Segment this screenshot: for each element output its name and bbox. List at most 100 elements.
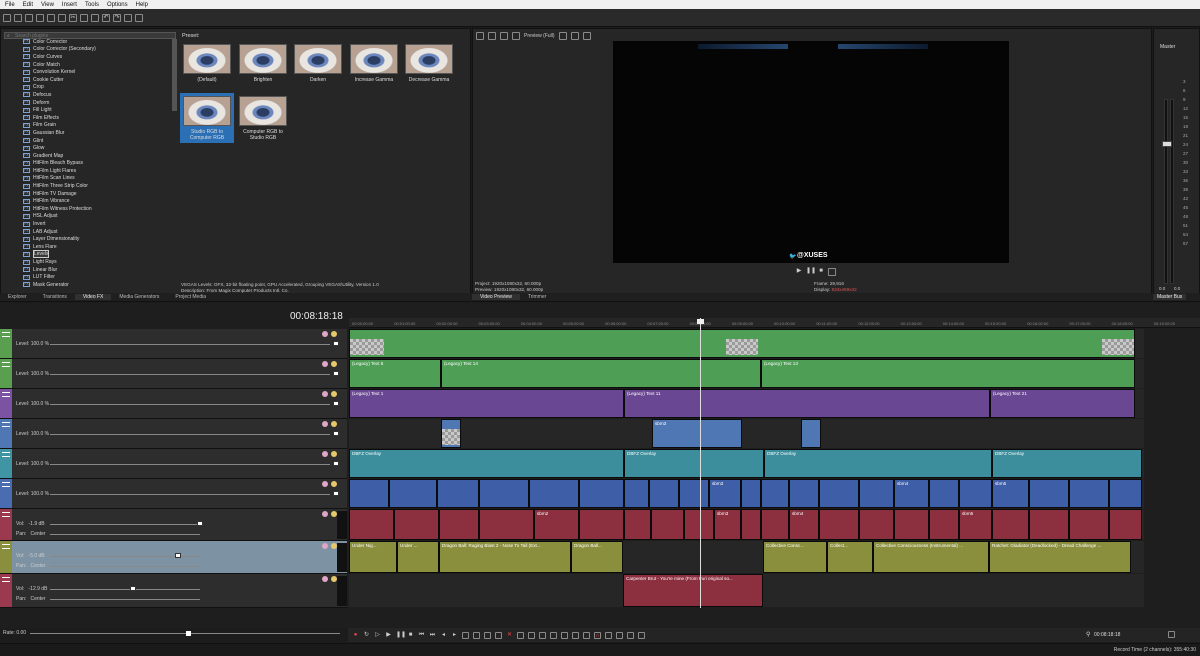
track-lane[interactable]: DBFZ Overlay DBFZ Overlay DBFZ Overlay DBFZ… [349, 449, 1144, 478]
play-icon[interactable]: ▶ [385, 632, 392, 639]
timeline-clip[interactable] [479, 509, 534, 540]
mute-icon[interactable] [322, 543, 328, 549]
new-project-icon[interactable] [3, 13, 11, 22]
preview-fx-icon[interactable] [500, 32, 508, 40]
plugin-item[interactable]: FX Gradient Map [3, 152, 175, 160]
solo-icon[interactable] [331, 421, 337, 427]
preset-thumbnail[interactable]: Darken [291, 44, 345, 83]
timeline-clip[interactable] [349, 509, 394, 540]
volume-slider-knob[interactable] [130, 586, 136, 591]
stop-icon[interactable]: ■ [817, 268, 825, 276]
stop-icon[interactable]: ■ [407, 632, 414, 639]
plugin-item[interactable]: FX LUT Filter [3, 273, 175, 281]
marker-icon[interactable] [572, 631, 579, 639]
timeline-clip[interactable]: Collective Consciousness (Instrumental) … [873, 541, 989, 573]
loop-playback-icon[interactable]: ↻ [363, 632, 370, 639]
timeline-clip[interactable]: sbm3 [652, 419, 742, 448]
plugin-item[interactable]: FX HitFilm Vibrance [3, 197, 175, 205]
normal-edit-tool-icon[interactable] [135, 13, 143, 22]
tab-project-media[interactable]: Project Media [167, 294, 214, 300]
mute-icon[interactable] [322, 421, 328, 427]
timeline-clip[interactable]: (Legacy) Text 11 [624, 389, 990, 418]
timeline-clip[interactable] [929, 479, 959, 508]
plugin-item[interactable]: FX Cookie Cutter [3, 76, 175, 84]
mute-icon[interactable] [322, 331, 328, 337]
plugin-item[interactable]: FX Deform [3, 99, 175, 107]
plugin-item[interactable]: FX Gaussian Blur [3, 129, 175, 137]
track-lane[interactable]: sbm3 sbm4 sbm5 [349, 479, 1144, 508]
mute-icon[interactable] [322, 451, 328, 457]
region-icon[interactable] [583, 631, 590, 639]
copy-snapshot-icon[interactable] [570, 32, 579, 40]
play-from-start-icon[interactable]: ▷ [374, 632, 381, 639]
split-screen-icon[interactable] [488, 32, 496, 40]
expand-icon[interactable] [1168, 631, 1175, 638]
pause-icon[interactable]: ❚❚ [396, 632, 406, 639]
timeline-clip[interactable] [679, 479, 709, 508]
plugin-item[interactable]: FX Layer Dimensionality [3, 235, 175, 243]
timeline-clip[interactable] [624, 479, 649, 508]
timeline-clip[interactable] [349, 329, 1135, 358]
trim-icon[interactable] [517, 631, 524, 639]
copy-icon[interactable] [80, 13, 88, 22]
timeline-clip[interactable] [929, 509, 959, 540]
preview-screen[interactable]: 🐦 @XUSES [613, 41, 1009, 263]
track-menu-icon[interactable] [2, 452, 10, 457]
overlays-icon[interactable] [558, 32, 567, 40]
mute-icon[interactable] [322, 576, 328, 582]
preset-thumbnail[interactable]: Studio RGB to Computer RGB [180, 93, 234, 143]
timeline-clip[interactable]: Under ... [397, 541, 439, 573]
preview-quality-dropdown[interactable]: Preview (Full) [524, 33, 555, 39]
track-lane[interactable] [349, 329, 1144, 358]
rate-slider[interactable] [30, 633, 340, 634]
solo-icon[interactable] [331, 481, 337, 487]
pan-slider[interactable] [50, 566, 200, 567]
level-slider[interactable] [50, 344, 330, 345]
track-menu-icon[interactable] [2, 422, 10, 427]
timeline-clip[interactable]: (Legacy) Text 1 [349, 389, 624, 418]
timeline-clip[interactable]: sbm4 [789, 509, 819, 540]
level-slider-knob[interactable] [333, 341, 339, 346]
level-slider-knob[interactable] [333, 491, 339, 496]
timeline-clip[interactable] [437, 479, 479, 508]
pan-slider[interactable] [50, 599, 200, 600]
level-slider[interactable] [50, 374, 330, 375]
timeline-clip[interactable]: sbm3 [714, 509, 741, 540]
timeline-clip[interactable] [479, 479, 529, 508]
track-lane[interactable]: sbm2 sbm3 sbm4 sbm5 [349, 509, 1144, 540]
track-header[interactable]: Level: 100.0 % [0, 359, 347, 389]
plugin-item[interactable]: FX Film Grain [3, 122, 175, 130]
crossfade-icon[interactable] [616, 631, 623, 639]
volume-slider[interactable] [50, 524, 200, 525]
track-header[interactable]: Level: 100.0 % [0, 449, 347, 479]
preset-thumbnail[interactable]: Increase Gamma [347, 44, 401, 83]
normal-edit-icon[interactable] [462, 631, 469, 639]
timeline-clip[interactable] [579, 509, 624, 540]
timeline-clip[interactable] [992, 509, 1029, 540]
timeline-clip[interactable] [579, 479, 624, 508]
timeline-clip[interactable]: (Legacy) Text 21 [990, 389, 1135, 418]
menu-edit[interactable]: Edit [23, 2, 33, 8]
timeline-clip[interactable] [819, 509, 859, 540]
redo-icon[interactable]: ↷ [113, 13, 121, 22]
track-header[interactable]: Level: 100.0 % [0, 389, 347, 419]
go-to-start-icon[interactable]: ⏮ [418, 632, 425, 639]
mute-icon[interactable] [322, 361, 328, 367]
level-slider[interactable] [50, 464, 330, 465]
timeline-clip[interactable]: DBFZ Overlay [764, 449, 992, 478]
zoom-edit-icon[interactable] [495, 631, 502, 639]
mute-icon[interactable] [322, 481, 328, 487]
plugin-item[interactable]: FX Levels [3, 250, 175, 259]
selection-edit-icon[interactable] [484, 631, 491, 639]
timeline-clip[interactable]: Dragon Ball: Raging Blast 2 - Nose To Ta… [439, 541, 571, 573]
timeline-clip[interactable] [741, 509, 761, 540]
next-frame-icon[interactable]: ▸ [451, 632, 458, 639]
timeline-clip[interactable]: (Legacy) Text 13 [761, 359, 1135, 388]
undo-icon[interactable]: ↶ [102, 13, 110, 22]
track-header[interactable]: Vol: -5.0 dB Pan: Center [0, 541, 347, 574]
tab-video-preview[interactable]: Video Preview [472, 294, 520, 300]
level-slider[interactable] [50, 434, 330, 435]
level-slider[interactable] [50, 404, 330, 405]
volume-slider[interactable] [50, 589, 200, 590]
menu-tools[interactable]: Tools [85, 2, 99, 8]
